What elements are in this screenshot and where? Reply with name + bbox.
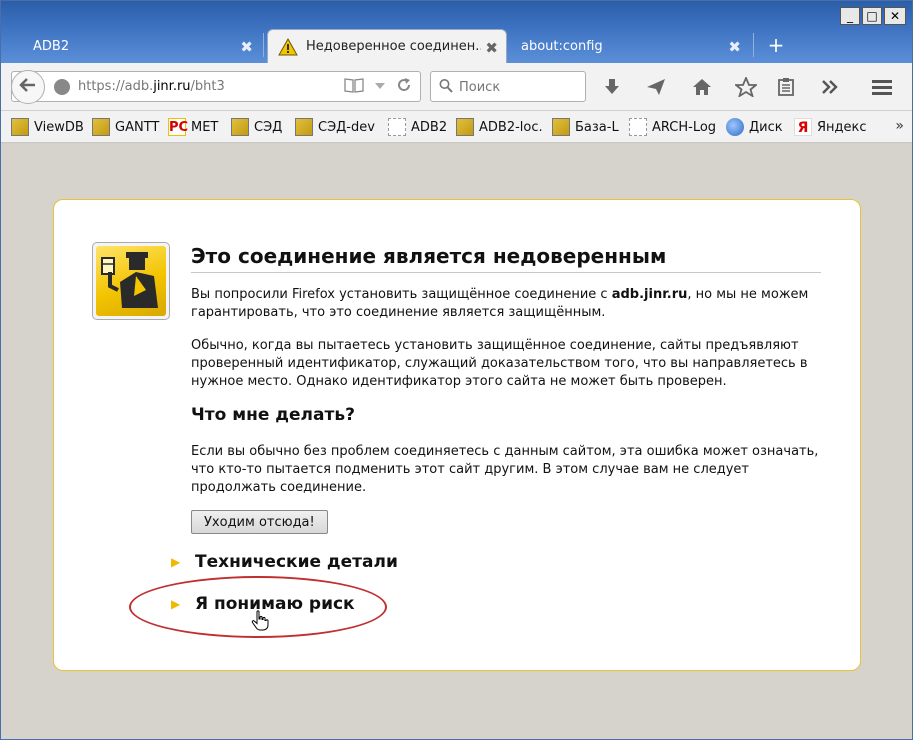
url-icons [344, 77, 412, 97]
tab-adb2[interactable]: ADB2 ✖ [11, 29, 261, 63]
page-content: Это соединение является недоверенным Вы … [1, 144, 912, 739]
expand-triangle-icon: ▶ [171, 555, 181, 569]
close-window-button[interactable]: ✕ [884, 7, 906, 25]
error-card: Это соединение является недоверенным Вы … [53, 199, 861, 671]
new-tab-button[interactable]: + [763, 32, 789, 58]
back-arrow-icon [19, 77, 37, 98]
bookmarks-toolbar: ViewDB GANTT РС MET СЭД СЭД-dev ADB2 ADB… [1, 111, 912, 143]
bookmark-label: СЭД [254, 119, 283, 135]
window-controls: _ □ ✕ [840, 7, 906, 25]
close-tab-icon[interactable]: ✖ [728, 38, 741, 56]
page-title: Это соединение является недоверенным [191, 244, 821, 273]
agent-icon [552, 118, 570, 136]
bookmark-met[interactable]: РС MET [168, 117, 218, 137]
yandex-icon: Я [794, 118, 812, 136]
maximize-button[interactable]: □ [862, 7, 882, 25]
dropdown-icon[interactable] [374, 77, 386, 97]
bookmark-sed-dev[interactable]: СЭД-dev [295, 117, 375, 137]
bookmark-label: GANTT [115, 119, 160, 135]
bookmark-label: ADB2-loc. [479, 119, 543, 135]
overflow-icon[interactable] [817, 75, 843, 99]
search-input[interactable] [459, 77, 579, 97]
navigation-toolbar: https://adb.jinr.ru/bht3 [1, 63, 912, 111]
back-button[interactable] [11, 70, 45, 104]
tab-label: ADB2 [33, 38, 70, 54]
tab-about-config[interactable]: about:config ✖ [509, 29, 749, 63]
agent-icon [456, 118, 474, 136]
bookmark-sed[interactable]: СЭД [231, 117, 282, 137]
what-to-do-heading: Что мне делать? [191, 405, 355, 425]
tab-separator [753, 33, 754, 57]
close-tab-icon[interactable]: ✖ [240, 38, 253, 56]
bookmark-label: ViewDB [34, 119, 84, 135]
search-icon [439, 78, 453, 98]
bookmark-arch-log[interactable]: ARCH-Log [629, 117, 716, 137]
close-tab-icon[interactable]: ✖ [485, 39, 498, 57]
tab-label: Недоверенное соединен... [306, 39, 481, 54]
bookmark-viewdb[interactable]: ViewDB [11, 117, 84, 137]
tab-label: about:config [521, 38, 603, 54]
site-identity-icon[interactable] [54, 79, 70, 95]
bookmark-label: Диск [749, 119, 783, 135]
blank-page-icon [629, 118, 647, 136]
url-path: /bht3 [190, 79, 225, 94]
home-icon[interactable] [689, 75, 715, 99]
bookmark-yandex[interactable]: Я Яндекс [794, 117, 867, 137]
url-text[interactable]: https://adb.jinr.ru/bht3 [78, 79, 225, 94]
rs-logo-icon: РС [168, 118, 189, 136]
reload-icon[interactable] [396, 77, 412, 97]
minimize-button[interactable]: _ [840, 7, 860, 25]
blank-page-icon [388, 118, 406, 136]
bookmark-gantt[interactable]: GANTT [92, 117, 159, 137]
tab-untrusted-connection[interactable]: Недоверенное соединен... ✖ [267, 29, 507, 63]
bookmark-disk[interactable]: Диск [726, 117, 783, 137]
technical-details-label: Технические детали [195, 552, 398, 572]
download-icon[interactable] [599, 75, 625, 99]
url-scheme: https://adb. [78, 79, 154, 94]
bookmark-label: ARCH-Log [652, 119, 717, 135]
agent-icon [11, 118, 29, 136]
explanation-paragraph: Обычно, когда вы пытаетесь установить за… [191, 338, 808, 389]
search-bar[interactable] [430, 71, 586, 102]
agent-icon [231, 118, 249, 136]
bookmark-star-icon[interactable] [733, 75, 759, 99]
agent-icon [295, 118, 313, 136]
bookmark-label: MET [191, 119, 219, 135]
intro-paragraph: Вы попросили Firefox установить защищённ… [191, 286, 821, 322]
advice-paragraph: Если вы обычно без проблем соединяетесь … [191, 444, 819, 495]
bookmarks-overflow-button[interactable]: » [895, 118, 904, 134]
send-icon[interactable] [643, 75, 669, 99]
agent-icon [92, 118, 110, 136]
reading-list-icon[interactable] [773, 75, 799, 99]
bookmark-adb2[interactable]: ADB2 [388, 117, 447, 137]
bookmark-label: ADB2 [411, 119, 448, 135]
bookmark-label: База-L [575, 119, 619, 135]
bookmark-label: СЭД-dev [318, 119, 375, 135]
bookmark-adb2-loc[interactable]: ADB2-loc. [456, 117, 543, 137]
host-name: adb.jinr.ru [611, 287, 688, 302]
tab-separator [263, 33, 264, 57]
technical-details-toggle[interactable]: ▶ Технические детали [171, 552, 398, 572]
hand-cursor-icon [251, 610, 269, 637]
browser-window: _ □ ✕ ADB2 ✖ Недоверенное соединен... ✖ … [0, 0, 913, 740]
warning-icon [278, 37, 298, 56]
certificate-error-icon [92, 242, 170, 320]
disk-icon [726, 118, 744, 136]
tab-strip: _ □ ✕ ADB2 ✖ Недоверенное соединен... ✖ … [1, 1, 912, 63]
bookmark-label: Яндекс [817, 119, 867, 135]
bookmark-baza-l[interactable]: База-L [552, 117, 619, 137]
url-bar[interactable]: https://adb.jinr.ru/bht3 [11, 70, 421, 104]
get-me-out-button[interactable]: Уходим отсюда! [191, 510, 328, 534]
url-host: jinr.ru [153, 79, 191, 94]
intro-text: Вы попросили Firefox установить защищённ… [191, 287, 612, 302]
reader-icon[interactable] [344, 77, 364, 97]
menu-icon[interactable] [869, 75, 895, 99]
